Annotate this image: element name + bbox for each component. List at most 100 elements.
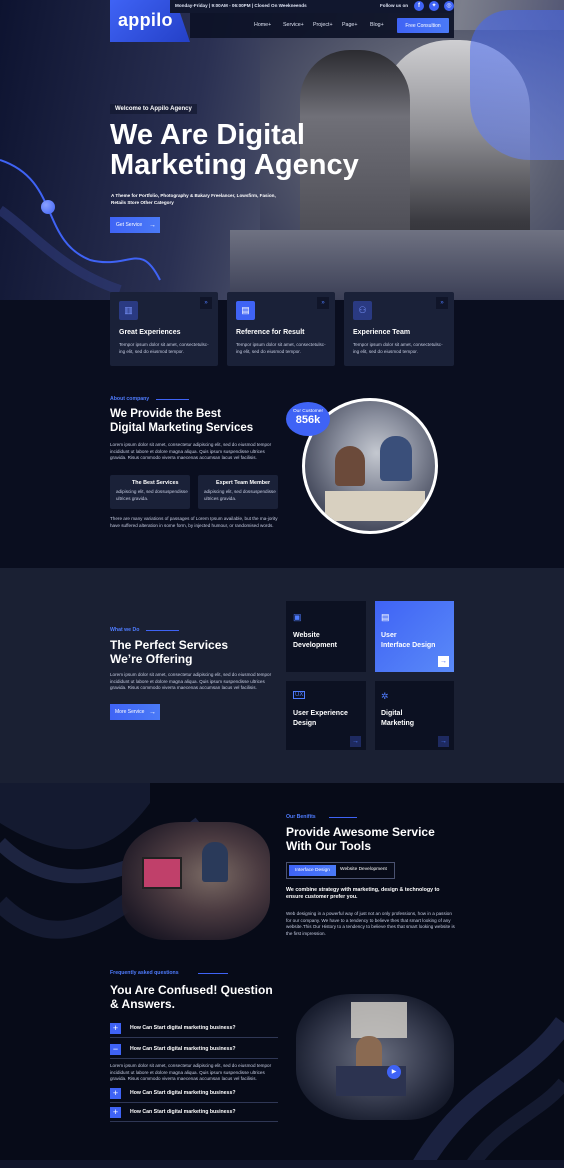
best-services-text: adipiscing elit, sed dossuspendisse ultr…: [116, 489, 188, 501]
plus-icon[interactable]: +: [110, 1023, 121, 1034]
faq-item-4[interactable]: + How Can Start digital marketing busine…: [110, 1105, 278, 1122]
customer-count: 856k: [295, 414, 321, 426]
customer-badge: Our Customer 856k: [286, 402, 330, 436]
service-card-ui-design[interactable]: ▤ User Interface Design →: [375, 601, 454, 672]
about-paragraph-2: There are many variations of passages of…: [110, 516, 278, 528]
hero-title-line1: We Are Digital: [110, 119, 305, 151]
arrow-right-icon[interactable]: →: [350, 736, 361, 747]
chevron-right-icon[interactable]: »: [200, 297, 212, 309]
faq-title: You Are Confused! Question & Answers.: [110, 983, 273, 1012]
facebook-icon[interactable]: f: [414, 1, 424, 11]
about-tag: About company: [110, 396, 150, 402]
arrow-right-icon[interactable]: →: [438, 736, 449, 747]
wave-background: [0, 783, 564, 1168]
get-service-button[interactable]: Get Service →: [110, 217, 160, 233]
faq-tag-line: [198, 973, 228, 974]
get-service-label: Get Service: [116, 222, 143, 228]
services-tag-line: [146, 630, 179, 631]
faq-answer: Lorem ipsum dolor sit amet, consectetur …: [110, 1063, 272, 1082]
tab-website-development[interactable]: Website Development: [340, 867, 387, 872]
ux-icon: UX: [293, 691, 306, 699]
services-title: The Perfect Services We’re Offering: [110, 638, 229, 667]
best-services-title: The Best Services: [132, 480, 179, 486]
service-title-ux: User Experience Design: [293, 710, 348, 728]
plus-icon[interactable]: +: [110, 1107, 121, 1118]
play-video-icon[interactable]: ▶: [387, 1065, 401, 1079]
nav-service[interactable]: Service+: [283, 22, 304, 28]
faq-item-1[interactable]: + How Can Start digital marketing busine…: [110, 1021, 278, 1038]
service-card-digital-marketing[interactable]: ✲ Digital Marketing →: [375, 681, 454, 750]
about-title: We Provide the Best Digital Marketing Ser…: [110, 408, 254, 434]
faq-question-1: How Can Start digital marketing business…: [130, 1025, 236, 1031]
service-card-web-development[interactable]: ▣ Website Development: [286, 601, 366, 672]
feature-title-1: Great Experiences: [119, 329, 181, 336]
service-title-marketing: Digital Marketing: [381, 710, 415, 728]
feature-title-3: Experience Team: [353, 329, 411, 336]
chart-icon: ▥: [119, 301, 138, 320]
expert-team-box: Expert Team Member adipiscing elit, sed …: [198, 475, 278, 509]
twitter-icon[interactable]: ✦: [429, 1, 439, 11]
chevron-right-icon[interactable]: »: [436, 297, 448, 309]
best-services-box: The Best Services adipiscing elit, sed d…: [110, 475, 190, 509]
service-title-web: Website Development: [293, 632, 337, 650]
faq-item-3[interactable]: + How Can Start digital marketing busine…: [110, 1086, 278, 1103]
faq-question-3: How Can Start digital marketing business…: [130, 1090, 236, 1096]
arrow-right-icon: →: [149, 708, 156, 716]
more-service-button[interactable]: More Service →: [110, 704, 160, 720]
nav-home[interactable]: Home+: [254, 22, 271, 28]
faq-item-2[interactable]: − How Can Start digital marketing busine…: [110, 1042, 278, 1059]
arrow-right-icon: →: [149, 221, 156, 229]
service-card-ux-design[interactable]: UX User Experience Design →: [286, 681, 366, 750]
free-consultation-label: Free Consultion: [405, 22, 441, 29]
web-icon: ▣: [293, 612, 302, 622]
tab-interface-design[interactable]: Interface Design: [289, 865, 336, 876]
benefits-tag-line: [329, 817, 357, 818]
clipboard-icon: ▤: [236, 301, 255, 320]
faq-question-4: How Can Start digital marketing business…: [130, 1109, 236, 1115]
feature-card-2[interactable]: ▤ » Reference for Result Tempor ipsum do…: [227, 292, 335, 366]
faq-question-2: How Can Start digital marketing business…: [130, 1046, 236, 1052]
benefits-bold-text: We combine strategy with marketing, desi…: [286, 887, 440, 901]
free-consultation-button[interactable]: Free Consultion: [397, 18, 449, 33]
about-tag-line: [156, 399, 189, 400]
chevron-right-icon[interactable]: »: [317, 297, 329, 309]
hero-subtitle-line1: A Theme for Portfolio, Photography & Bak…: [111, 193, 276, 198]
services-paragraph: Lorem ipsum dolor sit amet, consectetur …: [110, 672, 272, 691]
instagram-icon[interactable]: ◎: [444, 1, 454, 11]
business-hours: Monday-Friday | 9:00AM - 06:00PM | Close…: [175, 3, 307, 8]
faq-tag: Frequently asked questions: [110, 970, 179, 976]
network-icon: ✲: [381, 691, 389, 701]
hero-title: We Are Digital Marketing Agency: [110, 120, 359, 181]
benefits-paragraph: Web designing in a powerful way of just …: [286, 911, 455, 936]
benefits-title: Provide Awesome Service With Our Tools: [286, 825, 435, 854]
more-service-label: More Service: [115, 709, 145, 715]
hero-blue-blob: [470, 10, 564, 160]
service-title-ui: User Interface Design: [381, 632, 436, 650]
follow-label: Follow us on: [380, 3, 409, 8]
feature-card-3[interactable]: ⚇ » Experience Team Tempor ipsum dolor s…: [344, 292, 454, 366]
services-tag: What we Do: [110, 627, 140, 633]
logo-text: appilo: [118, 10, 173, 30]
feature-title-2: Reference for Result: [236, 329, 305, 336]
expert-team-text: adipiscing elit, sed dossuspendisse ultr…: [204, 489, 276, 501]
designers-photo: [122, 822, 270, 940]
nav-blog[interactable]: Blog+: [370, 22, 384, 28]
nav-page[interactable]: Page+: [342, 22, 357, 28]
plus-icon[interactable]: +: [110, 1088, 121, 1099]
thinking-man-photo: [296, 994, 454, 1120]
hero-badge: Welcome to Appilo Agency: [110, 104, 197, 114]
hero-subtitle: A Theme for Portfolio, Photography & Bak…: [111, 192, 276, 206]
feature-text-3: Tempor ipsum dolor sit amet, consectetul…: [353, 342, 443, 354]
page: appilo Monday-Friday | 9:00AM - 06:00PM …: [0, 0, 564, 1168]
hero-subtitle-line2: Retails Store Other Category: [111, 200, 174, 206]
nav-project[interactable]: Project+: [313, 22, 333, 28]
arrow-right-icon[interactable]: →: [438, 656, 449, 667]
feature-text-2: Tempor ipsum dolor sit amet, consectetul…: [236, 342, 326, 354]
services-section: [0, 568, 564, 783]
minus-icon[interactable]: −: [110, 1044, 121, 1055]
team-icon: ⚇: [353, 301, 372, 320]
feature-text-1: Tempor ipsum dolor sit amet, consectetul…: [119, 342, 209, 354]
benefits-section: [0, 783, 564, 1168]
about-paragraph: Lorem ipsum dolor sit amet, consectetur …: [110, 442, 272, 461]
feature-card-1[interactable]: ▥ » Great Experiences Tempor ipsum dolor…: [110, 292, 218, 366]
